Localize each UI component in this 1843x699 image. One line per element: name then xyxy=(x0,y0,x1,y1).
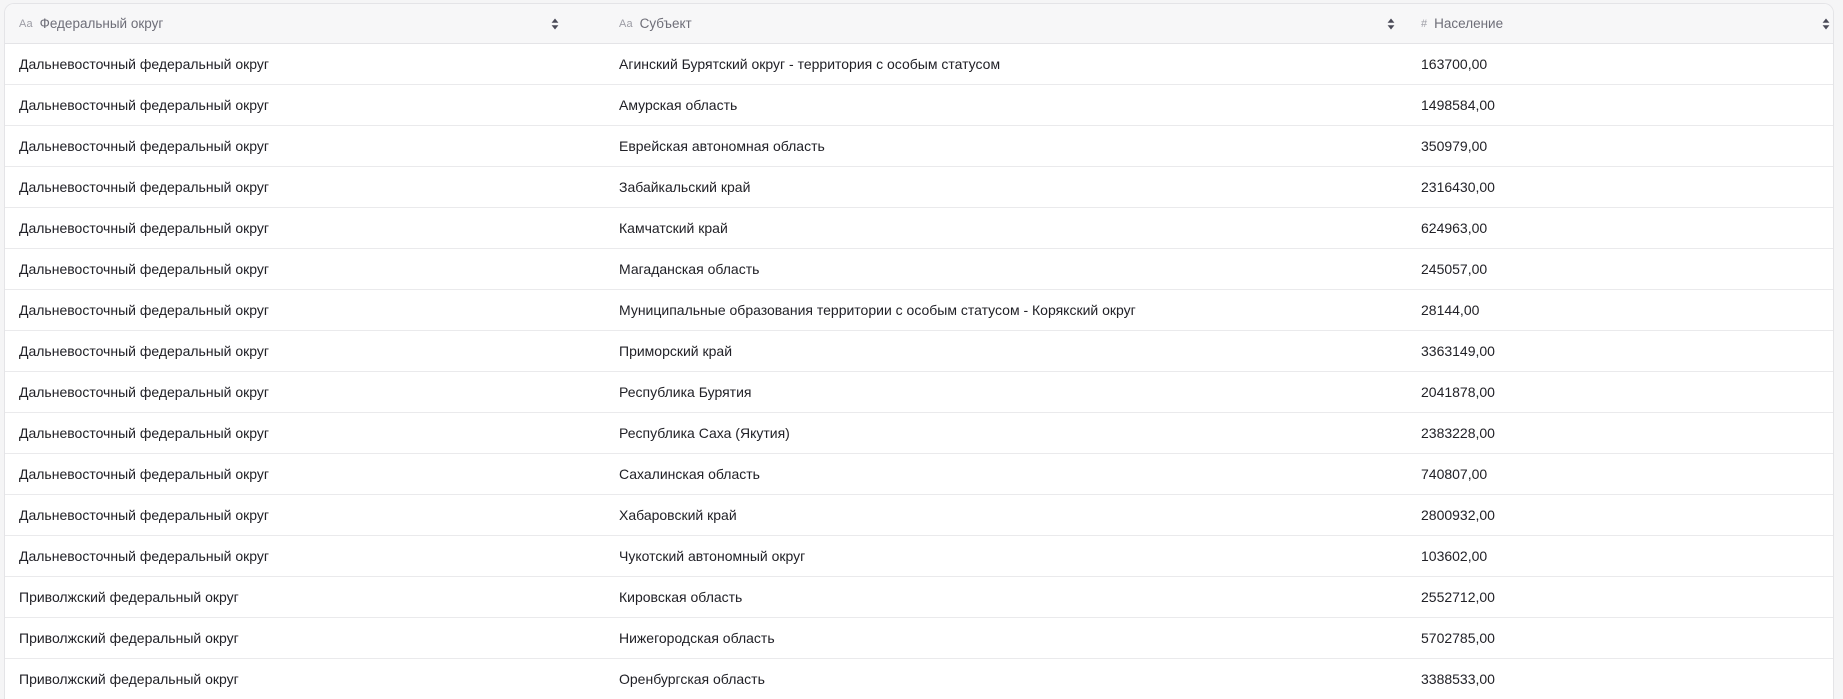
cell-subject[interactable]: Магаданская область xyxy=(605,261,1407,277)
cell-federal-district[interactable]: Дальневосточный федеральный округ xyxy=(5,138,605,154)
text-field-type-icon: Аа xyxy=(619,18,633,30)
table-row[interactable]: Приволжский федеральный округ Кировская … xyxy=(5,577,1833,618)
grid-body: Дальневосточный федеральный округ Агинск… xyxy=(5,44,1833,699)
table-row[interactable]: Приволжский федеральный округ Нижегородс… xyxy=(5,618,1833,659)
cell-federal-district[interactable]: Дальневосточный федеральный округ xyxy=(5,302,605,318)
cell-subject[interactable]: Амурская область xyxy=(605,97,1407,113)
cell-population[interactable]: 163700,00 xyxy=(1407,56,1833,72)
table-row[interactable]: Дальневосточный федеральный округ Сахали… xyxy=(5,454,1833,495)
cell-population[interactable]: 3363149,00 xyxy=(1407,343,1833,359)
column-header-label: Население xyxy=(1434,16,1503,31)
cell-population[interactable]: 1498584,00 xyxy=(1407,97,1833,113)
cell-population[interactable]: 350979,00 xyxy=(1407,138,1833,154)
column-header-label: Федеральный округ xyxy=(40,16,164,31)
cell-federal-district[interactable]: Дальневосточный федеральный округ xyxy=(5,507,605,523)
table-row[interactable]: Дальневосточный федеральный округ Амурск… xyxy=(5,85,1833,126)
data-grid: Аа Федеральный округ Аа Субъект # Населе xyxy=(4,3,1834,699)
table-row[interactable]: Дальневосточный федеральный округ Чукотс… xyxy=(5,536,1833,577)
cell-subject[interactable]: Муниципальные образования территории с о… xyxy=(605,302,1407,318)
cell-subject[interactable]: Чукотский автономный округ xyxy=(605,548,1407,564)
text-field-type-icon: Аа xyxy=(19,18,33,30)
cell-subject[interactable]: Приморский край xyxy=(605,343,1407,359)
cell-population[interactable]: 3388533,00 xyxy=(1407,671,1833,687)
number-field-type-icon: # xyxy=(1421,18,1427,30)
cell-population[interactable]: 2316430,00 xyxy=(1407,179,1833,195)
cell-subject[interactable]: Сахалинская область xyxy=(605,466,1407,482)
table-row[interactable]: Дальневосточный федеральный округ Примор… xyxy=(5,331,1833,372)
cell-population[interactable]: 28144,00 xyxy=(1407,302,1833,318)
cell-subject[interactable]: Республика Бурятия xyxy=(605,384,1407,400)
column-header-population[interactable]: # Население xyxy=(1407,4,1833,43)
table-row[interactable]: Дальневосточный федеральный округ Муници… xyxy=(5,290,1833,331)
cell-subject[interactable]: Хабаровский край xyxy=(605,507,1407,523)
cell-federal-district[interactable]: Дальневосточный федеральный округ xyxy=(5,56,605,72)
cell-population[interactable]: 2552712,00 xyxy=(1407,589,1833,605)
cell-subject[interactable]: Республика Саха (Якутия) xyxy=(605,425,1407,441)
cell-subject[interactable]: Камчатский край xyxy=(605,220,1407,236)
cell-subject[interactable]: Оренбургская область xyxy=(605,671,1407,687)
cell-population[interactable]: 624963,00 xyxy=(1407,220,1833,236)
cell-subject[interactable]: Забайкальский край xyxy=(605,179,1407,195)
sort-toggle-icon[interactable] xyxy=(1387,18,1395,30)
cell-federal-district[interactable]: Дальневосточный федеральный округ xyxy=(5,466,605,482)
sort-toggle-icon[interactable] xyxy=(1822,18,1830,30)
column-header-label: Субъект xyxy=(640,16,692,31)
table-row[interactable]: Дальневосточный федеральный округ Агинск… xyxy=(5,44,1833,85)
cell-subject[interactable]: Агинский Бурятский округ - территория с … xyxy=(605,56,1407,72)
cell-federal-district[interactable]: Дальневосточный федеральный округ xyxy=(5,384,605,400)
cell-federal-district[interactable]: Приволжский федеральный округ xyxy=(5,671,605,687)
cell-subject[interactable]: Кировская область xyxy=(605,589,1407,605)
cell-population[interactable]: 245057,00 xyxy=(1407,261,1833,277)
column-header-subject[interactable]: Аа Субъект xyxy=(605,4,1407,43)
cell-population[interactable]: 103602,00 xyxy=(1407,548,1833,564)
table-row[interactable]: Дальневосточный федеральный округ Респуб… xyxy=(5,372,1833,413)
cell-population[interactable]: 2041878,00 xyxy=(1407,384,1833,400)
table-row[interactable]: Дальневосточный федеральный округ Камчат… xyxy=(5,208,1833,249)
cell-federal-district[interactable]: Дальневосточный федеральный округ xyxy=(5,220,605,236)
cell-federal-district[interactable]: Дальневосточный федеральный округ xyxy=(5,97,605,113)
cell-population[interactable]: 2383228,00 xyxy=(1407,425,1833,441)
cell-federal-district[interactable]: Дальневосточный федеральный округ xyxy=(5,425,605,441)
cell-federal-district[interactable]: Дальневосточный федеральный округ xyxy=(5,548,605,564)
cell-federal-district[interactable]: Дальневосточный федеральный округ xyxy=(5,261,605,277)
column-header-federal-district[interactable]: Аа Федеральный округ xyxy=(5,4,605,43)
sort-toggle-icon[interactable] xyxy=(551,18,559,30)
cell-subject[interactable]: Еврейская автономная область xyxy=(605,138,1407,154)
cell-population[interactable]: 5702785,00 xyxy=(1407,630,1833,646)
table-row[interactable]: Дальневосточный федеральный округ Еврейс… xyxy=(5,126,1833,167)
table-row[interactable]: Дальневосточный федеральный округ Хабаро… xyxy=(5,495,1833,536)
cell-population[interactable]: 2800932,00 xyxy=(1407,507,1833,523)
cell-federal-district[interactable]: Дальневосточный федеральный округ xyxy=(5,343,605,359)
table-row[interactable]: Дальневосточный федеральный округ Магада… xyxy=(5,249,1833,290)
cell-federal-district[interactable]: Дальневосточный федеральный округ xyxy=(5,179,605,195)
cell-population[interactable]: 740807,00 xyxy=(1407,466,1833,482)
cell-subject[interactable]: Нижегородская область xyxy=(605,630,1407,646)
table-row[interactable]: Дальневосточный федеральный округ Респуб… xyxy=(5,413,1833,454)
cell-federal-district[interactable]: Приволжский федеральный округ xyxy=(5,630,605,646)
grid-header-row: Аа Федеральный округ Аа Субъект # Населе xyxy=(5,4,1833,44)
table-row[interactable]: Дальневосточный федеральный округ Забайк… xyxy=(5,167,1833,208)
table-row[interactable]: Приволжский федеральный округ Оренбургск… xyxy=(5,659,1833,699)
cell-federal-district[interactable]: Приволжский федеральный округ xyxy=(5,589,605,605)
